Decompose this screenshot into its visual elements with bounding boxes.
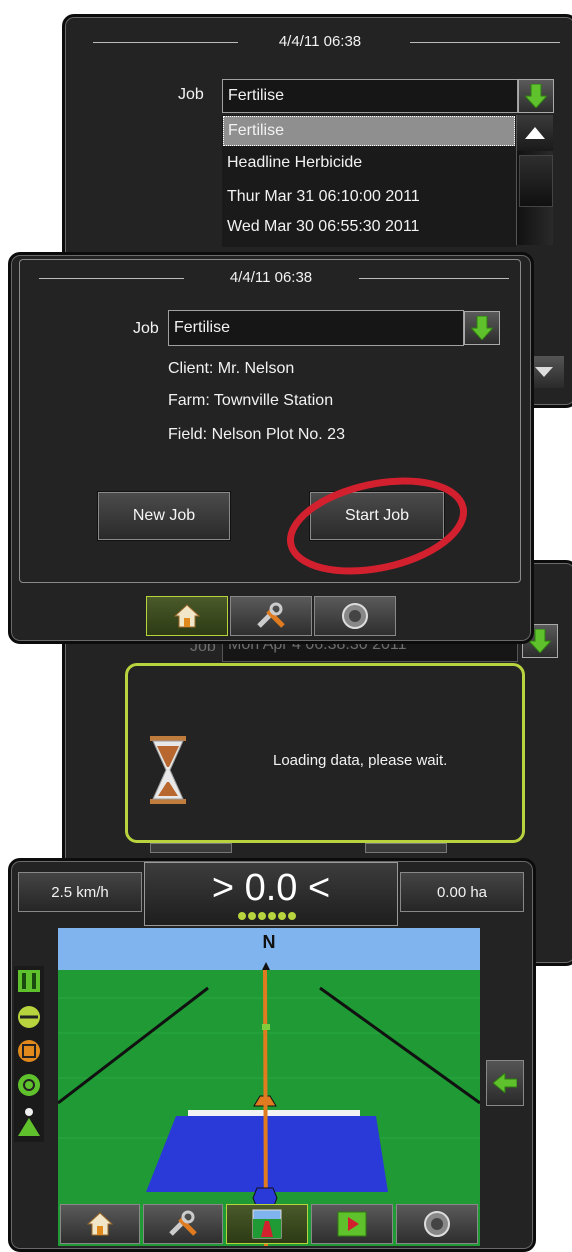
farm-info: Farm: Townville Station <box>168 392 334 409</box>
map-flag-icon <box>337 1211 367 1237</box>
straight-line-icon[interactable] <box>16 1004 42 1030</box>
job-label: Job <box>178 86 204 103</box>
loading-dialog: Loading data, please wait. <box>125 663 525 843</box>
tab-machine[interactable] <box>396 1204 478 1244</box>
tab-home[interactable] <box>60 1204 140 1244</box>
tab-guidance[interactable] <box>226 1204 308 1244</box>
lightbar-leds <box>238 912 302 920</box>
boundary-icon[interactable] <box>16 1038 42 1064</box>
area-readout: 0.00 ha <box>400 872 524 912</box>
client-info: Client: Mr. Nelson <box>168 360 295 377</box>
datetime-bar: 4/4/11 06:38 <box>65 29 572 55</box>
job-list-item-label: Headline Herbicide <box>227 154 363 171</box>
guidance-screen-icon <box>252 1209 282 1239</box>
job-dropdown-value: Fertilise <box>228 87 285 104</box>
job-dropdown-value: Fertilise <box>174 319 231 336</box>
speed-readout: 2.5 km/h <box>18 872 142 912</box>
hourglass-icon <box>150 736 186 804</box>
loading-message: Loading data, please wait. <box>273 752 448 769</box>
job-label: Job <box>133 320 159 337</box>
down-arrow-icon <box>525 84 547 108</box>
datetime-text: 4/4/11 06:38 <box>278 33 362 50</box>
left-toolbar <box>14 966 44 1142</box>
gauge-icon <box>342 603 368 629</box>
compass-north: N <box>263 932 276 952</box>
highlight-ellipse <box>286 477 468 575</box>
new-job-button[interactable]: New Job <box>98 492 230 540</box>
scroll-up-button[interactable] <box>517 115 553 151</box>
guidance-mode-icon[interactable] <box>16 968 42 994</box>
cross-track-error: > 0.0 < <box>211 867 331 909</box>
view-mode-icon[interactable] <box>16 1106 42 1138</box>
speed-value: 2.5 km/h <box>51 883 109 901</box>
tab-setup[interactable] <box>230 596 312 636</box>
triangle-down-icon <box>535 367 553 377</box>
job-list-item-label: Thur Mar 31 06:10:00 2011 <box>227 188 420 205</box>
hidden-button-stub <box>150 843 232 853</box>
tab-setup[interactable] <box>143 1204 223 1244</box>
home-icon <box>87 1212 113 1236</box>
scroll-thumb[interactable] <box>519 155 553 207</box>
job-list-item[interactable]: Wed Mar 30 06:55:30 2011 <box>223 212 515 242</box>
job-list-item[interactable]: Headline Herbicide <box>223 148 515 178</box>
left-arrow-icon <box>493 1073 517 1093</box>
job-dropdown-arrow-button[interactable] <box>518 79 554 113</box>
job-dropdown-arrow-button[interactable] <box>464 311 500 345</box>
tools-icon <box>257 602 285 628</box>
job-list-item-label: Fertilise <box>228 122 285 139</box>
marker-icon[interactable] <box>16 1072 42 1098</box>
job-list-item-label: Wed Mar 30 06:55:30 2011 <box>227 218 420 235</box>
gauge-icon <box>424 1211 450 1237</box>
triangle-up-icon <box>525 127 545 139</box>
job-dropdown[interactable]: Fertilise <box>168 310 464 346</box>
job-dropdown[interactable]: Fertilise <box>222 79 518 113</box>
tools-icon <box>169 1210 197 1236</box>
tab-map[interactable] <box>311 1204 393 1244</box>
new-job-label: New Job <box>132 507 196 524</box>
list-scrollbar[interactable] <box>516 115 553 245</box>
home-icon <box>174 604 200 628</box>
arrow-button-right[interactable] <box>486 1060 524 1106</box>
job-list-item[interactable]: Thur Mar 31 06:10:00 2011 <box>223 182 515 212</box>
tab-home[interactable] <box>146 596 228 636</box>
down-arrow-icon <box>471 316 493 340</box>
hidden-button-stub <box>365 843 447 853</box>
job-list-item-selected[interactable]: Fertilise <box>223 116 515 146</box>
tab-machine[interactable] <box>314 596 396 636</box>
guidance-view[interactable]: N <box>58 928 480 1246</box>
field-info: Field: Nelson Plot No. 23 <box>168 426 345 443</box>
area-value: 0.00 ha <box>436 883 488 901</box>
